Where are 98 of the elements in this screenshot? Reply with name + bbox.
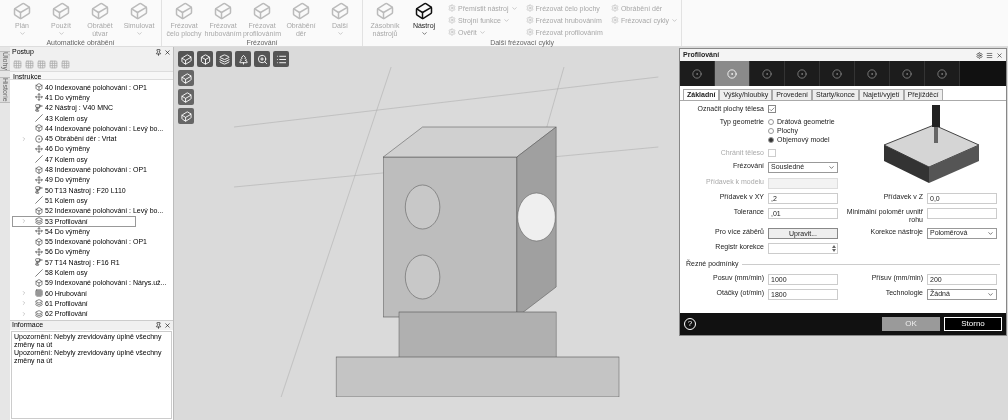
caret-icon bbox=[987, 230, 994, 237]
move-icon bbox=[35, 227, 43, 236]
caret-icon bbox=[420, 30, 428, 37]
view-button[interactable] bbox=[178, 89, 194, 105]
input-field[interactable] bbox=[768, 178, 838, 189]
move-icon bbox=[35, 247, 43, 256]
checkbox[interactable] bbox=[768, 105, 776, 113]
target-icon bbox=[762, 68, 772, 79]
move-icon bbox=[35, 93, 43, 102]
view-button[interactable] bbox=[254, 51, 270, 67]
grid-icon bbox=[35, 289, 43, 298]
cube-icon bbox=[52, 2, 70, 20]
cube-icon bbox=[214, 2, 232, 20]
gear-icon bbox=[448, 4, 456, 12]
box-icon bbox=[35, 278, 43, 287]
layers-icon bbox=[35, 217, 43, 225]
caret-icon bbox=[18, 30, 26, 37]
box-icon bbox=[35, 124, 43, 133]
target-icon bbox=[867, 68, 877, 79]
input-field[interactable] bbox=[927, 208, 997, 219]
target-icon bbox=[727, 68, 737, 79]
dialog-button[interactable]: Storno bbox=[944, 317, 1002, 331]
caret-icon bbox=[336, 30, 344, 37]
gear-icon bbox=[525, 28, 534, 36]
move-icon bbox=[35, 175, 43, 184]
cube-icon bbox=[91, 2, 109, 20]
box-icon bbox=[35, 165, 43, 174]
view-button[interactable] bbox=[178, 51, 194, 67]
cube-icon bbox=[175, 2, 193, 20]
caret-icon bbox=[987, 290, 994, 298]
cube-icon bbox=[331, 2, 349, 20]
close-icon[interactable] bbox=[996, 51, 1003, 59]
list-icon bbox=[275, 53, 287, 65]
expand-icon[interactable] bbox=[21, 135, 27, 142]
caret-icon bbox=[478, 28, 486, 36]
cube-icon bbox=[292, 2, 310, 20]
check-icon bbox=[769, 105, 775, 113]
slash-icon bbox=[35, 268, 43, 277]
caret-icon bbox=[135, 30, 143, 37]
slash-icon bbox=[35, 196, 43, 205]
view-button[interactable] bbox=[178, 70, 194, 86]
tree-icon bbox=[237, 53, 249, 65]
toolbar-icon[interactable] bbox=[37, 59, 46, 69]
target-icon bbox=[902, 68, 912, 79]
cube-icon bbox=[180, 72, 192, 84]
gear-icon bbox=[448, 28, 456, 36]
cube-icon bbox=[180, 53, 192, 65]
slash-icon bbox=[35, 114, 43, 123]
target-icon bbox=[832, 68, 842, 79]
caret-icon bbox=[57, 30, 65, 37]
menu-icon[interactable] bbox=[986, 51, 993, 59]
move-icon bbox=[35, 144, 43, 153]
spinner-arrows-icon bbox=[831, 244, 837, 253]
box-icon bbox=[35, 206, 43, 215]
box-icon bbox=[35, 237, 43, 246]
cube-icon bbox=[253, 2, 271, 20]
close-icon[interactable] bbox=[164, 322, 171, 329]
toolbar-icon[interactable] bbox=[49, 59, 58, 69]
cube-icon bbox=[415, 2, 433, 20]
cube-icon bbox=[180, 91, 192, 103]
step-tab[interactable] bbox=[715, 61, 750, 86]
gear-icon bbox=[448, 16, 456, 24]
cube-icon bbox=[13, 2, 31, 20]
toolbar-icon[interactable] bbox=[25, 59, 34, 69]
box-icon bbox=[199, 53, 211, 65]
spin-field[interactable] bbox=[768, 243, 838, 254]
drill-icon bbox=[35, 103, 43, 112]
cube-icon bbox=[376, 2, 394, 20]
toolbar-icon[interactable] bbox=[13, 59, 22, 69]
drill-icon bbox=[35, 258, 43, 267]
drill-icon bbox=[35, 186, 43, 195]
gear-icon bbox=[525, 4, 534, 12]
view-button[interactable] bbox=[235, 51, 251, 67]
view-button[interactable] bbox=[216, 51, 232, 67]
box-icon bbox=[35, 83, 43, 92]
target-icon bbox=[797, 68, 807, 79]
gear-icon bbox=[525, 16, 534, 24]
view-button[interactable] bbox=[273, 51, 289, 67]
cube-icon bbox=[130, 2, 148, 20]
gear-icon bbox=[610, 4, 619, 12]
caret-icon bbox=[671, 16, 679, 24]
target-icon bbox=[692, 68, 702, 79]
layers-icon bbox=[218, 53, 230, 65]
target-icon bbox=[937, 68, 947, 79]
slash-icon bbox=[35, 155, 43, 164]
view-button[interactable] bbox=[178, 108, 194, 124]
view-button[interactable] bbox=[197, 51, 213, 67]
cube-icon bbox=[180, 110, 192, 122]
gear-icon bbox=[610, 16, 619, 24]
dot-circle-icon bbox=[35, 134, 43, 143]
close-icon[interactable] bbox=[164, 48, 171, 56]
toolbar-icon[interactable] bbox=[61, 59, 70, 69]
pin-icon[interactable] bbox=[155, 322, 162, 329]
pin-icon[interactable] bbox=[155, 48, 162, 56]
settings-icon[interactable] bbox=[976, 51, 983, 59]
expand-icon[interactable] bbox=[21, 218, 27, 224]
zoom-icon bbox=[256, 53, 268, 65]
caret-icon bbox=[828, 164, 835, 171]
